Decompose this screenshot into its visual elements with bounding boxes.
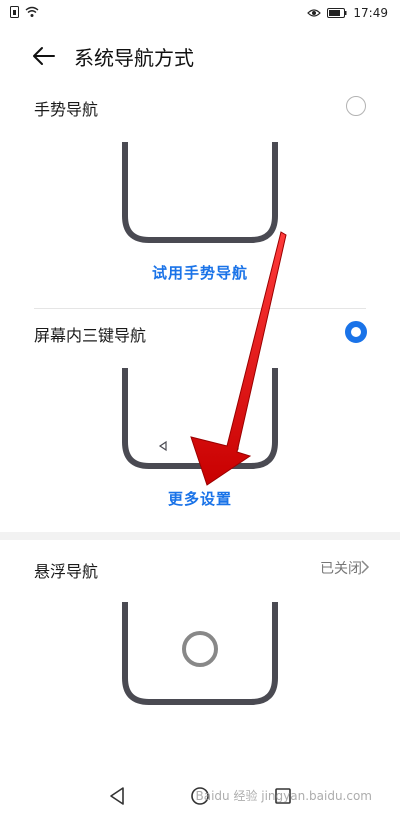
floating-status[interactable]: 已关闭 [320, 558, 362, 578]
mini-home-icon [195, 441, 205, 451]
floating-phone-illustration [122, 602, 278, 705]
option-gesture-label[interactable]: 手势导航 [34, 96, 98, 120]
floating-nav-panel: 悬浮导航 已关闭 [0, 540, 400, 740]
floating-button-icon [182, 631, 218, 667]
watermark: Baidu 经验 jingyan.baidu.com [195, 789, 372, 803]
chevron-right-icon[interactable] [360, 560, 370, 574]
wifi-icon [25, 6, 39, 17]
page-header: 系统导航方式 [0, 28, 400, 84]
back-triangle-icon[interactable] [108, 786, 126, 806]
navigation-settings-panel: 系统导航方式 手势导航 试用手势导航 屏幕内三键导航 更多设置 [0, 28, 400, 532]
mini-back-icon [158, 440, 167, 452]
divider [34, 308, 366, 309]
three-key-phone-illustration [122, 368, 278, 469]
gesture-phone-illustration [122, 142, 278, 243]
option-floating-label[interactable]: 悬浮导航 [34, 558, 98, 582]
sim-icon [10, 6, 19, 18]
battery-icon [327, 8, 347, 18]
clock: 17:49 [353, 6, 388, 20]
try-gesture-link[interactable]: 试用手势导航 [0, 262, 400, 283]
option-three-key-label[interactable]: 屏幕内三键导航 [34, 322, 146, 346]
system-nav-bar [0, 740, 400, 816]
mini-recent-icon [230, 441, 239, 450]
mini-nav-keys [158, 440, 239, 452]
status-bar: 17:49 [0, 0, 400, 28]
eye-icon [307, 9, 322, 17]
radio-gesture[interactable] [346, 96, 366, 116]
page-title: 系统导航方式 [74, 46, 194, 70]
more-settings-link[interactable]: 更多设置 [0, 488, 400, 509]
back-arrow-icon[interactable] [30, 42, 58, 70]
radio-three-key[interactable] [345, 321, 367, 343]
